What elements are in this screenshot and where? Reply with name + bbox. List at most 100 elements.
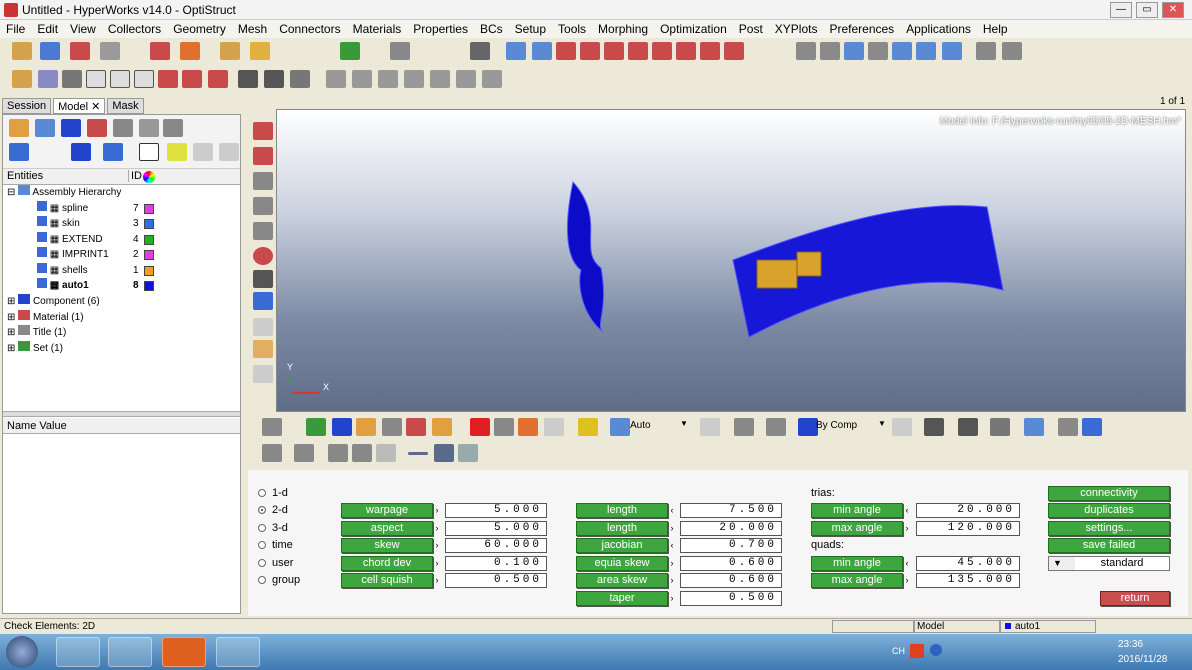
layout-6-icon[interactable] — [456, 70, 476, 88]
menu-edit[interactable]: Edit — [31, 20, 64, 38]
view-xy-icon[interactable] — [556, 42, 576, 60]
area-skew-input[interactable]: 0.600 — [680, 573, 782, 588]
view-bottom-icon[interactable] — [676, 42, 696, 60]
color-swatch[interactable] — [144, 266, 154, 276]
aspect-button[interactable]: aspect — [341, 521, 433, 536]
wrench-icon[interactable] — [294, 444, 314, 462]
return-button[interactable]: return — [1100, 591, 1170, 606]
view-left-icon[interactable] — [700, 42, 720, 60]
sum-i-icon[interactable] — [264, 70, 284, 88]
part-icon[interactable] — [61, 119, 81, 137]
layout-4-icon[interactable] — [404, 70, 424, 88]
spline-part[interactable] — [566, 180, 605, 333]
mesh-2d-icon[interactable] — [158, 70, 178, 88]
quads-max-angle-button[interactable]: max angle — [811, 573, 903, 588]
export-orange-icon[interactable] — [432, 418, 452, 436]
print-icon[interactable] — [470, 42, 490, 60]
radio-1d[interactable]: 1-d — [258, 487, 288, 499]
tree-item-auto1[interactable]: ▦ auto1 — [37, 278, 112, 293]
back-arrow-icon[interactable] — [328, 444, 348, 462]
paint-icon[interactable] — [518, 418, 538, 436]
skew-button[interactable]: skew — [341, 538, 433, 553]
eraser-icon[interactable] — [494, 418, 514, 436]
settings-button[interactable]: settings... — [1048, 521, 1170, 536]
menu-mesh[interactable]: Mesh — [232, 20, 273, 38]
cube-icon[interactable] — [86, 70, 106, 88]
radio-group[interactable]: group — [258, 574, 300, 586]
comp-icon[interactable] — [253, 122, 273, 140]
warpage-button[interactable]: warpage — [341, 503, 433, 518]
menu-optimization[interactable]: Optimization — [654, 20, 733, 38]
grid-2-icon[interactable] — [262, 444, 282, 462]
plus-icon[interactable] — [434, 444, 454, 462]
save-icon[interactable] — [40, 42, 60, 60]
jacobian-input[interactable]: 0.700 — [680, 538, 782, 553]
menu-connectors[interactable]: Connectors — [273, 20, 346, 38]
ime-icon[interactable] — [910, 644, 924, 658]
quads-min-angle-button[interactable]: min angle — [811, 556, 903, 571]
explorer-icon[interactable] — [56, 637, 100, 667]
check-icon[interactable] — [208, 70, 228, 88]
menu-preferences[interactable]: Preferences — [823, 20, 900, 38]
tab-mask[interactable]: Mask — [107, 98, 144, 114]
menu-bcs[interactable]: BCs — [474, 20, 509, 38]
material-icon[interactable] — [87, 119, 107, 137]
length-min-button[interactable]: length — [576, 503, 668, 518]
start-button[interactable] — [6, 636, 38, 668]
radio-user[interactable]: user — [258, 557, 293, 569]
menu-file[interactable]: File — [0, 20, 31, 38]
menu-tools[interactable]: Tools — [552, 20, 592, 38]
radio-time[interactable]: time — [258, 539, 293, 551]
equia-skew-button[interactable]: equia skew — [576, 556, 668, 571]
by-comp-dropdown[interactable]: By Comp — [816, 420, 876, 434]
minus-icon[interactable] — [408, 452, 428, 455]
model-geometry[interactable] — [277, 110, 1185, 411]
trias-max-angle-button[interactable]: max angle — [811, 521, 903, 536]
cell-squish-button[interactable]: cell squish — [341, 573, 433, 588]
zoom-in-icon[interactable] — [796, 42, 816, 60]
geom-icon[interactable] — [253, 147, 273, 165]
tab-model[interactable]: Model ✕ — [53, 98, 106, 114]
tree-item-spline[interactable]: ▦ spline — [37, 201, 112, 216]
equia-skew-input[interactable]: 0.600 — [680, 556, 782, 571]
redo-icon[interactable] — [180, 42, 200, 60]
transparency-icon[interactable] — [1024, 418, 1044, 436]
zoom-icon[interactable] — [506, 42, 526, 60]
copy-icon[interactable] — [1002, 42, 1022, 60]
layers-icon[interactable] — [332, 418, 352, 436]
menu-collectors[interactable]: Collectors — [102, 20, 167, 38]
radio-2d[interactable]: 2-d — [258, 504, 288, 516]
length-max-button[interactable]: length — [576, 521, 668, 536]
tree-group-component[interactable]: ⊞ Component (6) — [7, 294, 100, 309]
area-skew-button[interactable]: area skew — [576, 573, 668, 588]
hyperworks-task-icon[interactable] — [108, 637, 152, 667]
solid-icon[interactable] — [110, 70, 130, 88]
radio-3d[interactable]: 3-d — [258, 522, 288, 534]
edges-icon[interactable] — [253, 197, 273, 215]
color-swatch[interactable] — [144, 204, 154, 214]
trias-min-angle-button[interactable]: min angle — [811, 503, 903, 518]
pointer-icon[interactable] — [139, 143, 159, 161]
view-rear-icon[interactable] — [652, 42, 672, 60]
rotate-icon[interactable] — [916, 42, 936, 60]
cube-view-icon[interactable] — [766, 418, 786, 436]
cut-icon[interactable] — [976, 42, 996, 60]
layout-2-icon[interactable] — [352, 70, 372, 88]
color-wheel-icon[interactable] — [143, 171, 155, 183]
aspect-input[interactable]: 5.000 — [445, 521, 547, 536]
view-zx-icon[interactable] — [604, 42, 624, 60]
cell-squish-input[interactable]: 0.500 — [445, 573, 547, 588]
abc-icon[interactable] — [253, 340, 273, 358]
abc-red-icon[interactable] — [253, 365, 273, 383]
tree-root[interactable]: ⊟ Assembly Hierarchy — [7, 185, 121, 200]
block-icon[interactable] — [134, 70, 154, 88]
warpage-input[interactable]: 5.000 — [445, 503, 547, 518]
shapes-icon[interactable] — [306, 418, 326, 436]
view-back-icon[interactable] — [532, 42, 552, 60]
trias-min-angle-input[interactable]: 20.000 — [916, 503, 1020, 518]
undo-arrow-icon[interactable] — [376, 444, 396, 462]
menu-view[interactable]: View — [64, 20, 102, 38]
view-right-icon[interactable] — [724, 42, 744, 60]
color-swatch[interactable] — [144, 219, 154, 229]
display-icon[interactable] — [71, 143, 91, 161]
